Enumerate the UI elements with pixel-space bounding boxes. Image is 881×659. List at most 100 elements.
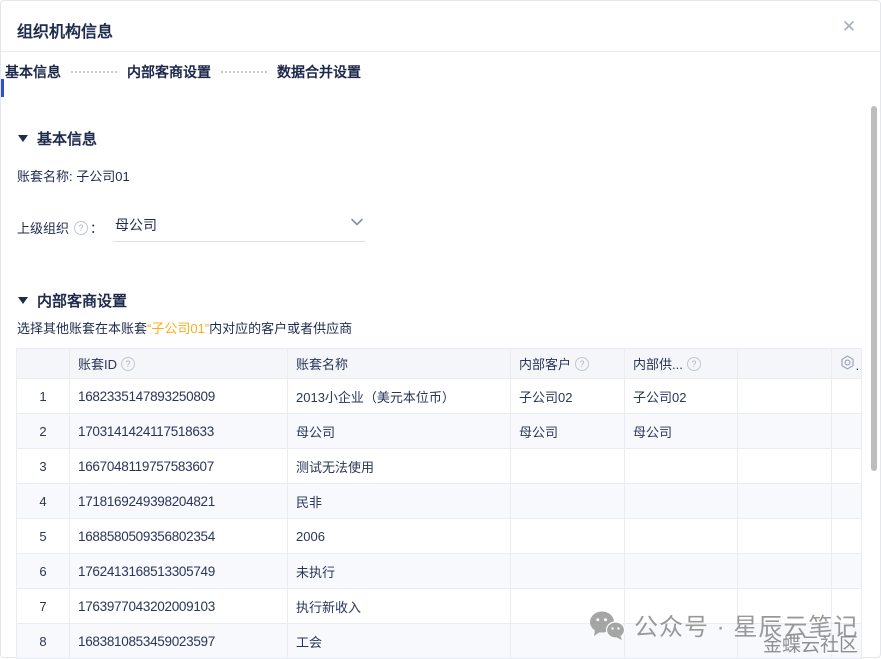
- cell-internal-supplier[interactable]: [625, 624, 738, 659]
- cell-account-name: 2006: [288, 519, 511, 554]
- col-header-filler: [738, 349, 832, 379]
- col-header-internal-customer[interactable]: 内部客户?: [511, 349, 625, 379]
- cell-account-name: 测试无法使用: [288, 449, 511, 484]
- col-header-account-name[interactable]: 账套名称: [288, 349, 511, 379]
- parent-org-row: 上级组织 ? ： 母公司: [17, 213, 865, 242]
- caption-highlight: “子公司01”: [147, 321, 209, 336]
- table-row[interactable]: 7 1763977043202009103 执行新收入: [17, 589, 862, 624]
- help-icon[interactable]: ?: [74, 221, 88, 235]
- background-accent-sliver: [1, 79, 4, 97]
- dialog-header: 组织机构信息 ✕: [1, 1, 880, 52]
- step-basic-info[interactable]: 基本信息: [5, 62, 61, 82]
- cell-filler: [832, 554, 862, 589]
- basic-info-section-header[interactable]: 基本信息: [18, 128, 865, 149]
- caption-suffix: 内对应的客户或者供应商: [209, 321, 352, 336]
- cell-internal-customer[interactable]: [511, 589, 625, 624]
- cell-account-id: 1682335147893250809: [70, 379, 288, 414]
- row-number: 4: [17, 484, 70, 519]
- collapse-triangle-icon: [18, 297, 28, 304]
- cell-internal-supplier[interactable]: [625, 554, 738, 589]
- cell-account-id: 1683810853459023597: [70, 624, 288, 659]
- help-icon[interactable]: ?: [121, 357, 135, 371]
- parent-org-label: 上级组织: [17, 218, 69, 237]
- table-row[interactable]: 5 1688580509356802354 2006: [17, 519, 862, 554]
- table-row[interactable]: 8 1683810853459023597 工会: [17, 624, 862, 659]
- cell-account-id: 1718169249398204821: [70, 484, 288, 519]
- cell-internal-customer[interactable]: 母公司: [511, 414, 625, 449]
- account-name-label: 账套名称:: [17, 169, 73, 184]
- basic-info-heading: 基本信息: [37, 128, 97, 149]
- cell-internal-supplier[interactable]: [625, 589, 738, 624]
- cell-internal-customer[interactable]: [511, 449, 625, 484]
- cell-account-id: 1763977043202009103: [70, 589, 288, 624]
- step-separator: [71, 71, 117, 73]
- cell-filler: [832, 379, 862, 414]
- table-row[interactable]: 2 1703141424117518633 母公司 母公司 母公司: [17, 414, 862, 449]
- cell-filler: [832, 414, 862, 449]
- parent-org-select[interactable]: 母公司: [113, 213, 365, 242]
- step-data-merge[interactable]: 数据合并设置: [277, 62, 361, 82]
- col-header-label: 内部供...: [633, 354, 683, 373]
- cell-filler: [832, 589, 862, 624]
- cell-internal-supplier[interactable]: 母公司: [625, 414, 738, 449]
- gear-icon: [840, 355, 855, 370]
- col-settings[interactable]: [832, 349, 862, 379]
- caption-prefix: 选择其他账套在本账套: [17, 321, 147, 336]
- cell-internal-supplier[interactable]: [625, 519, 738, 554]
- cell-filler: [738, 624, 832, 659]
- col-header-internal-supplier[interactable]: 内部供...?: [625, 349, 738, 379]
- partner-table: 账套ID? 账套名称 内部客户? 内部供...?: [16, 348, 862, 659]
- col-header-label: 账套名称: [296, 354, 348, 373]
- close-icon[interactable]: ✕: [840, 18, 858, 36]
- cell-internal-supplier[interactable]: [625, 484, 738, 519]
- step-internal-partner[interactable]: 内部客商设置: [127, 62, 211, 82]
- dialog-title: 组织机构信息: [17, 24, 113, 41]
- cell-account-name: 民非: [288, 484, 511, 519]
- cell-account-name: 未执行: [288, 554, 511, 589]
- cell-filler: [738, 519, 832, 554]
- col-header-label: 账套ID: [78, 354, 117, 373]
- row-number: 5: [17, 519, 70, 554]
- row-number: 8: [17, 624, 70, 659]
- cell-account-name: 工会: [288, 624, 511, 659]
- vertical-scrollbar-thumb[interactable]: [871, 106, 877, 471]
- cell-filler: [832, 484, 862, 519]
- cell-account-name: 2013小企业（美元本位币）: [288, 379, 511, 414]
- col-header-label: 内部客户: [519, 354, 571, 373]
- cell-account-name: 母公司: [288, 414, 511, 449]
- cell-filler: [738, 379, 832, 414]
- cell-internal-supplier[interactable]: [625, 449, 738, 484]
- cell-filler: [738, 554, 832, 589]
- cell-internal-customer[interactable]: 子公司02: [511, 379, 625, 414]
- col-header-account-id[interactable]: 账套ID?: [70, 349, 288, 379]
- cell-filler: [738, 449, 832, 484]
- cell-account-id: 1667048119757583607: [70, 449, 288, 484]
- table-row[interactable]: 6 1762413168513305749 未执行: [17, 554, 862, 589]
- dialog-body: 基本信息 账套名称: 子公司01 上级组织 ? ： 母公司 内部客商设置 选择其…: [1, 128, 880, 659]
- collapse-triangle-icon: [18, 135, 28, 142]
- partner-caption: 选择其他账套在本账套“子公司01”内对应的客户或者供应商: [17, 318, 865, 337]
- cell-filler: [738, 589, 832, 624]
- row-number: 7: [17, 589, 70, 624]
- account-name-value: 子公司01: [76, 169, 129, 184]
- table-row[interactable]: 3 1667048119757583607 测试无法使用: [17, 449, 862, 484]
- cell-account-id: 1762413168513305749: [70, 554, 288, 589]
- step-nav: 基本信息 内部客商设置 数据合并设置: [1, 52, 880, 91]
- cell-account-name: 执行新收入: [288, 589, 511, 624]
- cell-internal-supplier[interactable]: 子公司02: [625, 379, 738, 414]
- colon-label: ：: [90, 218, 103, 237]
- help-icon[interactable]: ?: [687, 357, 701, 371]
- cell-filler: [832, 624, 862, 659]
- cell-internal-customer[interactable]: [511, 624, 625, 659]
- internal-partner-heading: 内部客商设置: [37, 290, 127, 311]
- cell-internal-customer[interactable]: [511, 484, 625, 519]
- help-icon[interactable]: ?: [575, 357, 589, 371]
- row-number: 2: [17, 414, 70, 449]
- internal-partner-section-header[interactable]: 内部客商设置: [18, 290, 865, 311]
- table-row[interactable]: 4 1718169249398204821 民非: [17, 484, 862, 519]
- cell-filler: [738, 484, 832, 519]
- row-number: 3: [17, 449, 70, 484]
- table-row[interactable]: 1 1682335147893250809 2013小企业（美元本位币） 子公司…: [17, 379, 862, 414]
- cell-internal-customer[interactable]: [511, 519, 625, 554]
- cell-internal-customer[interactable]: [511, 554, 625, 589]
